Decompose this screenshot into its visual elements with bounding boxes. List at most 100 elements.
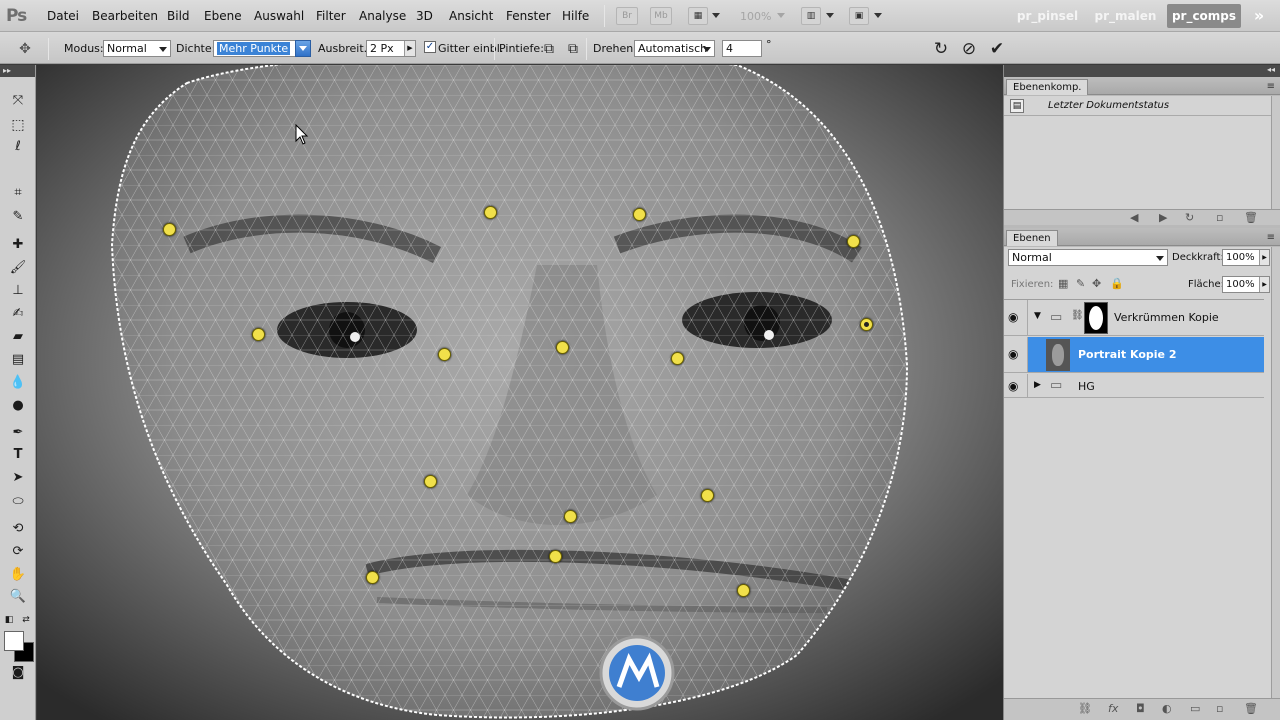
arrange-documents-button[interactable]: ▥ [801, 7, 821, 25]
workspace-pr-malen[interactable]: pr_malen [1088, 4, 1163, 28]
pin-depth-forward-icon[interactable]: ⧉ [540, 40, 558, 58]
warp-pin[interactable] [737, 584, 750, 597]
eyedropper-tool-icon[interactable]: ✎ [8, 207, 28, 227]
gradient-tool-icon[interactable]: ▤ [8, 350, 28, 370]
panel-menu-icon[interactable]: ≡ [1267, 81, 1275, 92]
warp-pin[interactable] [564, 510, 577, 523]
warp-pin[interactable] [163, 223, 176, 236]
3d-orbit-tool-icon[interactable]: ⟳ [8, 542, 28, 562]
warp-pin[interactable] [671, 352, 684, 365]
pin-depth-backward-icon[interactable]: ⧉ [564, 40, 582, 58]
warp-pin[interactable] [847, 235, 860, 248]
3d-rotate-tool-icon[interactable]: ⟲ [8, 519, 28, 539]
opacity-input[interactable]: 100% ▶ [1222, 249, 1270, 266]
menu-datei[interactable]: Datei [47, 9, 79, 23]
trash-icon[interactable]: 🗑 [1244, 211, 1258, 224]
workspace-pr-comps[interactable]: pr_comps [1167, 4, 1241, 28]
menu-ansicht[interactable]: Ansicht [449, 9, 493, 23]
commit-check-icon[interactable]: ✔ [988, 40, 1006, 58]
comps-scrollbar[interactable] [1271, 96, 1280, 209]
expand-group-icon[interactable]: ▶ [1034, 380, 1041, 390]
move-tool-icon[interactable]: ⤧ [8, 91, 28, 111]
chevron-right-icon[interactable]: ▶ [1259, 250, 1269, 265]
panels-collapse-icon[interactable]: ◂◂ [1267, 65, 1275, 74]
add-mask-icon[interactable]: ◘ [1136, 702, 1145, 715]
new-layer-icon[interactable]: ▫ [1216, 702, 1223, 715]
tools-panel-collapse-icon[interactable]: ▸▸ [0, 65, 35, 77]
swap-colors-icon[interactable]: ⇄ [20, 610, 32, 630]
fill-input[interactable]: 100% ▶ [1222, 276, 1270, 293]
new-comp-icon[interactable]: ▫ [1216, 211, 1223, 224]
document-canvas[interactable] [37, 65, 1003, 720]
reset-icon[interactable]: ↻ [932, 40, 950, 58]
modus-select[interactable]: Normal [103, 40, 171, 57]
menu-3d[interactable]: 3D [416, 9, 433, 23]
menu-bearbeiten[interactable]: Bearbeiten [92, 9, 158, 23]
warp-pin[interactable] [549, 550, 562, 563]
zoom-dropdown-icon[interactable] [777, 13, 785, 18]
layer-row-hg[interactable]: ◉ ▶ ▭ HG [1004, 374, 1264, 398]
layer-style-icon[interactable]: fx [1108, 702, 1118, 715]
zoom-tool-icon[interactable]: 🔍 [8, 587, 28, 607]
layer-row-portrait-kopie-2[interactable]: ◉ Portrait Kopie 2 [1004, 337, 1264, 373]
layer-mask-thumbnail[interactable] [1084, 302, 1108, 334]
crop-tool-icon[interactable]: ⌗ [8, 183, 28, 203]
cancel-icon[interactable]: ⊘ [960, 40, 978, 58]
arrange-dropdown-icon[interactable] [826, 13, 834, 18]
menu-hilfe[interactable]: Hilfe [562, 9, 589, 23]
healing-brush-tool-icon[interactable]: ✚ [8, 235, 28, 255]
panel-menu-icon[interactable]: ≡ [1267, 232, 1275, 243]
screen-mode-dropdown-icon[interactable] [874, 13, 882, 18]
blend-mode-select[interactable]: Normal [1008, 249, 1168, 266]
warp-pin[interactable] [860, 318, 873, 331]
zoom-level[interactable]: 100% [740, 10, 771, 23]
next-comp-icon[interactable]: ▶ [1159, 211, 1167, 224]
menu-analyse[interactable]: Analyse [359, 9, 406, 23]
layer-row-verkruemmen-kopie[interactable]: ◉ ▼ ▭ ⛓ Verkrümmen Kopie [1004, 300, 1264, 336]
menu-bild[interactable]: Bild [167, 9, 190, 23]
tab-comps[interactable]: Ebenenkomp. [1006, 79, 1089, 95]
quick-mask-icon[interactable]: ◙ [8, 663, 28, 683]
menu-auswahl[interactable]: Auswahl [254, 9, 304, 23]
brush-tool-icon[interactable]: 🖌 [8, 258, 28, 278]
gitter-checkbox[interactable]: ✓ [424, 41, 436, 53]
default-colors-icon[interactable]: ◧ [3, 610, 15, 630]
adjustment-layer-icon[interactable]: ◐ [1162, 702, 1172, 715]
path-selection-tool-icon[interactable]: ➤ [8, 468, 28, 488]
history-brush-tool-icon[interactable]: ✍ [8, 304, 28, 324]
warp-pin[interactable] [633, 208, 646, 221]
shape-tool-icon[interactable]: ⬭ [8, 492, 28, 512]
layer-thumbnail[interactable] [1046, 339, 1070, 371]
stamp-tool-icon[interactable]: ⊥ [8, 281, 28, 301]
warp-pin[interactable] [366, 571, 379, 584]
warp-pin[interactable] [438, 348, 451, 361]
screen-mode-button[interactable]: ▣ [849, 7, 869, 25]
workspace-more-icon[interactable]: » [1246, 4, 1272, 28]
new-group-icon[interactable]: ▭ [1190, 702, 1200, 715]
chevron-right-icon[interactable]: ▶ [404, 41, 415, 56]
hand-tool-icon[interactable]: ✋ [8, 565, 28, 585]
view-extras-dropdown-icon[interactable] [712, 13, 720, 18]
warp-pin[interactable] [556, 341, 569, 354]
mini-bridge-button[interactable]: Mb [650, 7, 672, 25]
comp-row[interactable]: ▤ Letzter Dokumentstatus [1004, 96, 1272, 116]
lock-pixels-icon[interactable]: ✎ [1076, 277, 1085, 290]
visibility-toggle[interactable]: ◉ [1004, 374, 1028, 397]
menu-ebene[interactable]: Ebene [204, 9, 242, 23]
workspace-pr-pinsel[interactable]: pr_pinsel [1010, 4, 1085, 28]
bridge-button[interactable]: Br [616, 7, 638, 25]
pen-tool-icon[interactable]: ✒ [8, 423, 28, 443]
puppet-warp-tool-icon[interactable]: ✥ [16, 40, 34, 58]
chevron-right-icon[interactable]: ▶ [1259, 277, 1269, 292]
tab-layers[interactable]: Ebenen [1006, 230, 1058, 246]
link-layers-icon[interactable]: ⛓ [1078, 702, 1092, 715]
warp-pin[interactable] [252, 328, 265, 341]
warp-pin[interactable] [424, 475, 437, 488]
angle-input[interactable]: 4 [722, 40, 762, 57]
blur-tool-icon[interactable]: 💧 [8, 373, 28, 393]
layers-scrollbar[interactable] [1271, 247, 1280, 699]
marquee-tool-icon[interactable]: ⬚ [8, 115, 28, 135]
visibility-toggle[interactable]: ◉ [1004, 337, 1028, 372]
type-tool-icon[interactable]: T [8, 445, 28, 465]
update-comp-icon[interactable]: ↻ [1185, 211, 1194, 224]
